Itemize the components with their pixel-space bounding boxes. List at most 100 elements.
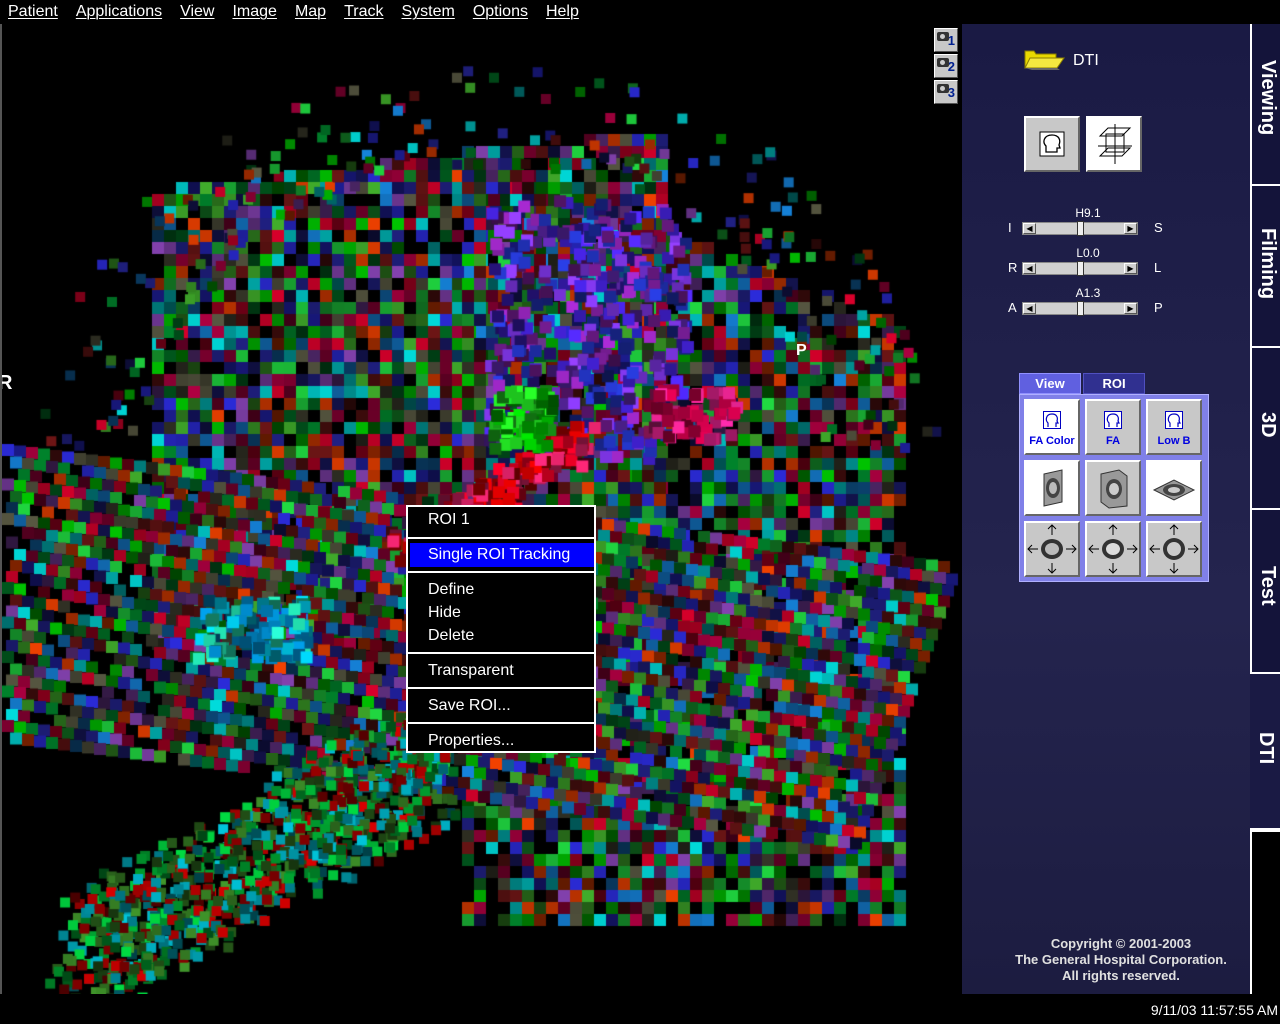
sagittal-plane-icon	[1043, 469, 1063, 507]
axial-plane-icon	[1152, 479, 1196, 501]
fa-color-button[interactable]: FA Color	[1024, 399, 1080, 455]
slider-value: H9.1	[1075, 206, 1101, 220]
camera-icon	[937, 58, 949, 67]
planes-icon	[1098, 124, 1132, 164]
tab-dti-label: DTI	[1255, 732, 1277, 765]
slider-value: A1.3	[1075, 286, 1101, 300]
slider-left-arrow[interactable]: ◀	[1023, 223, 1036, 234]
menu-separator	[408, 537, 594, 539]
side-tab-strip: Viewing Filming 3D Test DTI	[1250, 24, 1280, 994]
axial-view-button[interactable]	[1146, 460, 1202, 516]
slider-thumb[interactable]	[1077, 261, 1084, 276]
tab-filming[interactable]: Filming	[1250, 186, 1280, 348]
slider-min-label: I	[1008, 220, 1012, 235]
move-arrows-icon	[1088, 524, 1138, 574]
menu-help[interactable]: Help	[546, 3, 579, 21]
menu-separator	[408, 687, 594, 689]
hide-item[interactable]: Hide	[410, 601, 594, 625]
sagittal-navigate-button[interactable]	[1024, 521, 1080, 577]
menu-separator	[408, 652, 594, 654]
menu-separator	[408, 571, 594, 573]
slider-right-arrow[interactable]: ▶	[1124, 303, 1137, 314]
slider-thumb[interactable]	[1077, 301, 1084, 316]
orientation-marker-right: P	[796, 342, 807, 359]
menu-system[interactable]: System	[401, 3, 454, 21]
head-icon	[1104, 411, 1122, 429]
sagittal-view-button[interactable]	[1024, 460, 1080, 516]
slider-max-label: L	[1154, 260, 1162, 275]
slider-thumb[interactable]	[1077, 221, 1084, 236]
menu-image[interactable]: Image	[232, 3, 276, 21]
define-item[interactable]: Define	[410, 578, 594, 602]
tab-dti[interactable]: DTI	[1250, 674, 1280, 830]
delete-item[interactable]: Delete	[410, 624, 594, 648]
rl-slider[interactable]: ◀ ▶	[1022, 261, 1138, 276]
snapshot-3-button[interactable]: 3	[934, 80, 958, 104]
folder-label: DTI	[1073, 52, 1099, 69]
menu-view[interactable]: View	[180, 3, 214, 21]
copyright-notice: Copyright © 2001-2003 The General Hospit…	[962, 936, 1280, 984]
axial-navigate-button[interactable]	[1146, 521, 1202, 577]
orientation-marker-left: R	[2, 372, 12, 395]
is-slider[interactable]: ◀ ▶	[1022, 221, 1138, 236]
folder-icon[interactable]	[1024, 48, 1066, 70]
menu-map[interactable]: Map	[295, 3, 326, 21]
ap-slider[interactable]: ◀ ▶	[1022, 301, 1138, 316]
head-icon	[1165, 411, 1183, 429]
coronal-navigate-button[interactable]	[1085, 521, 1141, 577]
snapshot-1-button[interactable]: 1	[934, 28, 958, 52]
context-menu-title: ROI 1	[428, 511, 470, 528]
tab-viewing[interactable]: Viewing	[1250, 24, 1280, 186]
save-roi-item[interactable]: Save ROI...	[410, 694, 594, 718]
head-view-button[interactable]	[1024, 116, 1080, 172]
slider-left-arrow[interactable]: ◀	[1023, 263, 1036, 274]
properties-item[interactable]: Properties...	[410, 729, 594, 753]
camera-icon	[937, 84, 949, 93]
timestamp: 9/11/03 11:57:55 AM	[1150, 1002, 1278, 1018]
slider-min-label: R	[1008, 260, 1018, 275]
camera-icon	[937, 32, 949, 41]
slider-left-arrow[interactable]: ◀	[1023, 303, 1036, 314]
snapshot-2-button[interactable]: 2	[934, 54, 958, 78]
slider-max-label: S	[1154, 220, 1163, 235]
tab-filming-label: Filming	[1257, 228, 1279, 300]
single-roi-tracking-item[interactable]: Single ROI Tracking	[410, 543, 594, 567]
roi-context-menu: ROI 1 Single ROI Tracking Define Hide De…	[406, 505, 596, 753]
tab-test-label: Test	[1257, 566, 1279, 606]
tab-3d-label: 3D	[1257, 412, 1279, 438]
menu-separator	[408, 722, 594, 724]
slider-value: L0.0	[1076, 246, 1100, 260]
control-panel: DTI H9.1 I ◀ ▶ S L0.0 R ◀ ▶ L A1.3 A ◀ ▶…	[962, 24, 1250, 994]
tab-3d[interactable]: 3D	[1250, 348, 1280, 510]
view-button-grid: FA Color FA Low B	[1019, 394, 1209, 582]
copyright-line-3: All rights reserved.	[1062, 968, 1180, 983]
status-bar: 9/11/03 11:57:55 AM	[0, 994, 1280, 1024]
coronal-plane-icon	[1100, 469, 1128, 509]
menu-patient[interactable]: Patient	[8, 3, 58, 21]
tab-view[interactable]: View	[1019, 373, 1081, 394]
transparent-item[interactable]: Transparent	[410, 659, 594, 683]
head-icon	[1043, 411, 1061, 429]
tab-test[interactable]: Test	[1250, 510, 1280, 674]
move-arrows-icon	[1149, 524, 1199, 574]
fa-button[interactable]: FA	[1085, 399, 1141, 455]
fa-label: FA	[1105, 435, 1121, 447]
plane-view-button[interactable]	[1086, 116, 1142, 172]
menu-options[interactable]: Options	[473, 3, 528, 21]
slider-row-rl: L0.0 R ◀ ▶ L	[1008, 246, 1168, 276]
fa-color-label: FA Color	[1029, 435, 1075, 447]
slider-max-label: P	[1154, 300, 1163, 315]
slider-row-is: H9.1 I ◀ ▶ S	[1008, 206, 1168, 236]
copyright-line-2: The General Hospital Corporation.	[1015, 952, 1227, 967]
slider-right-arrow[interactable]: ▶	[1124, 263, 1137, 274]
menu-applications[interactable]: Applications	[76, 3, 162, 21]
tab-roi[interactable]: ROI	[1083, 373, 1145, 394]
tab-viewing-label: Viewing	[1257, 60, 1279, 136]
coronal-view-button[interactable]	[1085, 460, 1141, 516]
slider-row-ap: A1.3 A ◀ ▶ P	[1008, 286, 1168, 316]
menu-track[interactable]: Track	[344, 3, 383, 21]
slider-right-arrow[interactable]: ▶	[1124, 223, 1137, 234]
low-b-button[interactable]: Low B	[1146, 399, 1202, 455]
move-arrows-icon	[1027, 524, 1077, 574]
low-b-label: Low B	[1157, 435, 1191, 447]
